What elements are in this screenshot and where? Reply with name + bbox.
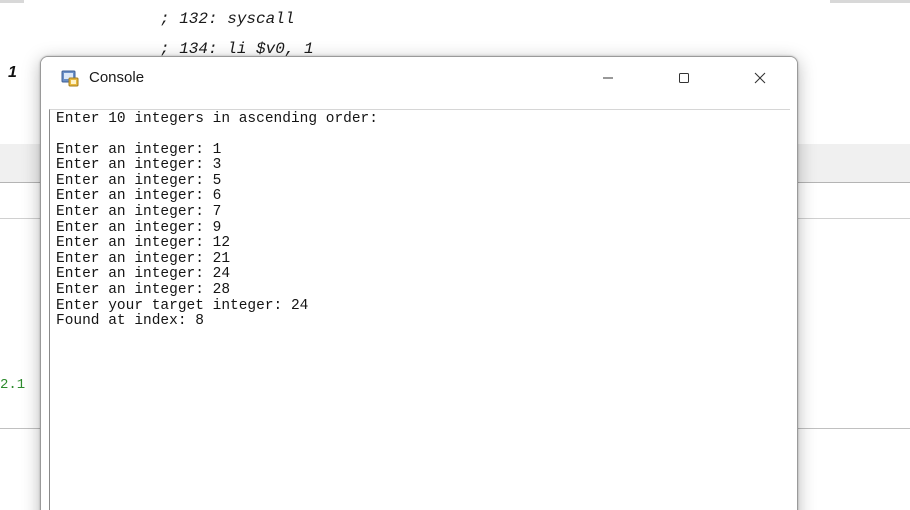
console-line: Enter an integer: 3 — [56, 157, 222, 174]
background-version-text: 2.1 — [0, 377, 26, 393]
console-window[interactable]: Console Enter 10 integers in ascending o… — [40, 56, 798, 510]
desktop-screen: ; 132: syscall ; 134: li $v0, 1 1 2.1 Co… — [0, 0, 910, 510]
close-icon — [754, 72, 766, 84]
window-title: Console — [89, 69, 145, 86]
console-line: Enter 10 integers in ascending order: — [56, 111, 378, 127]
console-line: Enter your target integer: 24 — [56, 297, 309, 314]
line-number: 1 — [8, 64, 17, 81]
console-line: Enter an integer: 12 — [56, 235, 231, 252]
console-line: Enter an integer: 6 — [56, 188, 222, 205]
console-text: Enter 10 integers in ascending order: En… — [56, 111, 378, 330]
console-line: Enter an integer: 1 — [56, 141, 222, 158]
console-line: Enter an integer: 28 — [56, 281, 231, 298]
code-line: ; 132: syscall — [160, 10, 295, 28]
close-button[interactable] — [731, 57, 789, 99]
console-line: Enter an integer: 5 — [56, 172, 222, 189]
console-line: Enter an integer: 9 — [56, 219, 222, 236]
minimize-button[interactable] — [579, 57, 637, 99]
maximize-icon — [679, 73, 689, 83]
background-window-edge — [0, 0, 24, 3]
console-line: Found at index: 8 — [56, 313, 204, 330]
console-output-area[interactable]: Enter 10 integers in ascending order: En… — [49, 109, 790, 510]
console-line: Enter an integer: 24 — [56, 266, 231, 283]
title-bar[interactable]: Console — [41, 57, 797, 101]
minimize-icon — [603, 77, 613, 79]
console-line: Enter an integer: 7 — [56, 203, 222, 220]
maximize-button[interactable] — [655, 57, 713, 99]
background-window-edge — [830, 0, 910, 3]
console-app-icon — [61, 70, 79, 87]
console-line: Enter an integer: 21 — [56, 250, 231, 267]
